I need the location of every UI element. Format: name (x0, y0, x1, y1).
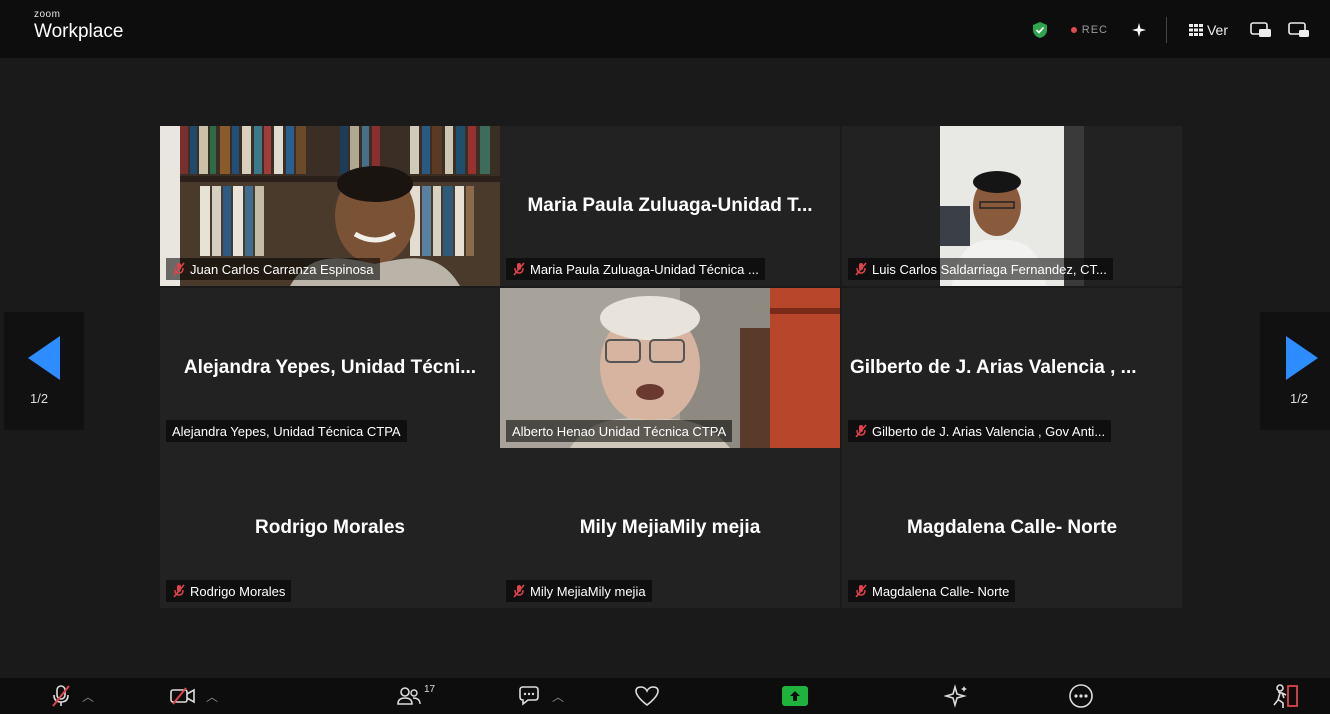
brand-small: zoom (34, 9, 61, 20)
zoom-logo: zoom Workplace (34, 9, 124, 42)
chat-button[interactable]: ︿ (516, 683, 564, 709)
mic-muted-icon (513, 262, 525, 276)
participant-label: Alejandra Yepes, Unidad Técnica CTPA (166, 420, 407, 442)
participant-name: Luis Carlos Saldarriaga Fernandez, CT... (872, 261, 1107, 277)
reactions-button[interactable] (634, 683, 660, 709)
page-indicator-left: 1/2 (30, 391, 49, 406)
ai-companion-button[interactable] (944, 683, 970, 709)
participant-tile[interactable]: Alejandra Yepes, Unidad Técni... Alejand… (160, 288, 500, 448)
participants-button[interactable]: 17 (396, 683, 435, 709)
caret-up-icon[interactable]: ︿ (82, 688, 94, 705)
participants-count: 17 (424, 683, 436, 695)
mic-muted-icon (855, 424, 867, 438)
mic-muted-icon (855, 584, 867, 598)
participant-tile[interactable]: Luis Carlos Saldarriaga Fernandez, CT... (842, 126, 1182, 286)
participant-label: Mily MejiaMily mejia (506, 580, 652, 602)
mic-muted-icon (173, 262, 185, 276)
active-speaker-tile[interactable]: Alberto Henao Unidad Técnica CTPA (500, 288, 840, 448)
view-button[interactable]: Ver (1188, 22, 1228, 38)
view-label: Ver (1206, 22, 1228, 38)
mic-off-icon (52, 685, 70, 707)
participant-name: Gilberto de J. Arias Valencia , Gov Anti… (872, 423, 1106, 439)
participant-tile[interactable]: Juan Carlos Carranza Espinosa (160, 126, 500, 286)
share-screen-button[interactable] (782, 683, 808, 709)
participant-name: Rodrigo Morales (190, 583, 286, 599)
meeting-controls: ︿ ︿ 17 ︿ (0, 678, 1330, 714)
heart-icon (635, 686, 659, 707)
caret-up-icon[interactable]: ︿ (206, 688, 218, 705)
participant-label: Rodrigo Morales (166, 580, 292, 602)
arrow-right-icon (1286, 336, 1318, 380)
ai-sparkle-icon (944, 684, 967, 708)
participant-label: Maria Paula Zuluaga-Unidad Técnica ... (506, 258, 765, 280)
share-screen-icon (782, 686, 808, 706)
chat-icon (519, 686, 539, 706)
participant-display-name: Mily MejiaMily mejia (579, 517, 761, 538)
participant-tile[interactable]: Maria Paula Zuluaga-Unidad T... Maria Pa… (500, 126, 840, 286)
page-indicator-right: 1/2 (1290, 391, 1309, 406)
minimize-window-icon[interactable] (1288, 22, 1310, 38)
participant-label: Luis Carlos Saldarriaga Fernandez, CT... (848, 258, 1113, 280)
participant-tile[interactable]: Rodrigo Morales Rodrigo Morales (160, 448, 500, 608)
participant-tile[interactable]: Gilberto de J. Arias Valencia , ... Gilb… (842, 288, 1182, 448)
rec-label: REC (1081, 24, 1108, 36)
shield-icon[interactable] (1031, 21, 1049, 39)
next-page-button[interactable]: 1/2 (1260, 312, 1330, 430)
mic-muted-icon (855, 262, 867, 276)
mute-button[interactable]: ︿ (50, 683, 94, 709)
participant-name: Alejandra Yepes, Unidad Técnica CTPA (172, 423, 401, 439)
participant-display-name: Alejandra Yepes, Unidad Técni... (183, 357, 477, 378)
video-button[interactable]: ︿ (170, 683, 218, 709)
top-bar: zoom Workplace REC Ver (0, 0, 1330, 58)
participant-display-name: Rodrigo Morales (255, 517, 405, 538)
more-button[interactable] (1068, 683, 1094, 709)
participant-name: Alberto Henao Unidad Técnica CTPA (512, 423, 727, 439)
participant-label: Gilberto de J. Arias Valencia , Gov Anti… (848, 420, 1112, 442)
more-icon (1069, 684, 1093, 708)
rec-dot (1070, 27, 1077, 33)
participants-icon (397, 687, 421, 705)
participant-tile[interactable]: Mily MejiaMily mejia Mily MejiaMily meji… (500, 448, 840, 608)
participant-name: Juan Carlos Carranza Espinosa (190, 261, 374, 277)
participant-display-name: Magdalena Calle- Norte (906, 517, 1118, 538)
participant-label: Magdalena Calle- Norte (848, 580, 1016, 602)
gallery-view: 1/2 1/2 Juan Carlos Carranza Espinosa Ma… (0, 58, 1330, 678)
brand-big: Workplace (34, 21, 124, 42)
caret-up-icon[interactable]: ︿ (552, 688, 564, 705)
participant-display-name: Gilberto de J. Arias Valencia , ... (850, 357, 1137, 378)
participant-name: Magdalena Calle- Norte (872, 583, 1010, 599)
leave-icon (1273, 684, 1298, 708)
divider (1165, 17, 1167, 43)
grid-icon (1188, 24, 1203, 36)
mic-muted-icon (513, 584, 525, 598)
prev-page-button[interactable]: 1/2 (4, 312, 84, 430)
participant-display-name: Maria Paula Zuluaga-Unidad T... (527, 195, 813, 216)
participant-name: Maria Paula Zuluaga-Unidad Técnica ... (530, 261, 759, 277)
participant-label: Juan Carlos Carranza Espinosa (166, 258, 380, 280)
recording-indicator[interactable]: REC (1070, 24, 1108, 36)
sparkle-icon[interactable] (1130, 21, 1148, 39)
participant-name: Mily MejiaMily mejia (530, 583, 646, 599)
leave-meeting-button[interactable] (1270, 683, 1300, 709)
participant-label: Alberto Henao Unidad Técnica CTPA (506, 420, 733, 442)
arrow-left-icon (28, 336, 60, 380)
mic-muted-icon (173, 584, 185, 598)
video-off-icon (170, 687, 195, 705)
pip-icon[interactable] (1250, 22, 1272, 38)
participant-tile[interactable]: Magdalena Calle- Norte Magdalena Calle- … (842, 448, 1182, 608)
